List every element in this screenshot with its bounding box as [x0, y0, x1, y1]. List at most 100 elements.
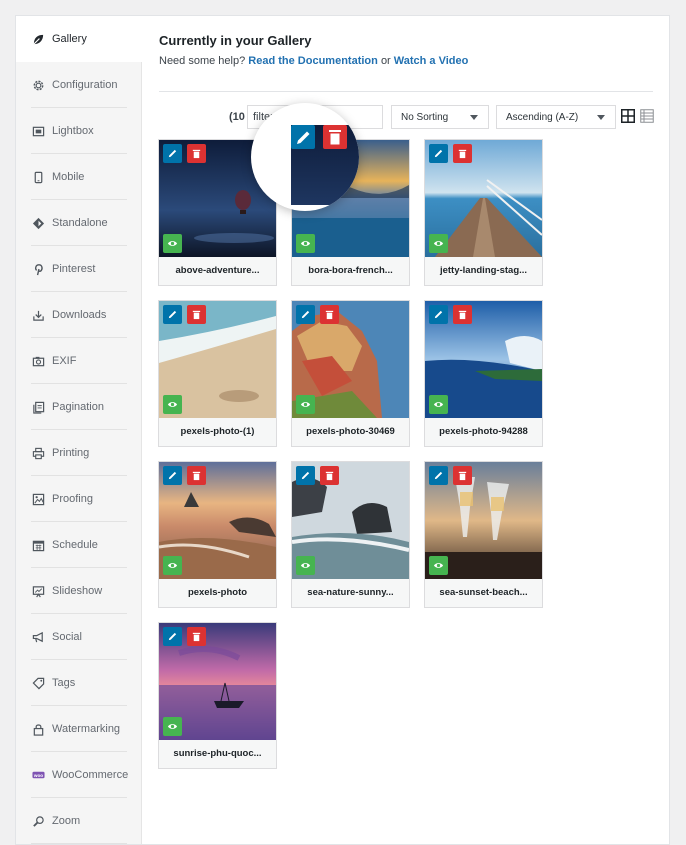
sidebar-item-exif[interactable]: EXIF	[16, 338, 142, 384]
sidebar-item-lightbox[interactable]: Lightbox	[16, 108, 142, 154]
visibility-toggle[interactable]	[296, 556, 315, 575]
delete-button[interactable]	[453, 466, 472, 485]
pencil-icon	[168, 632, 177, 641]
trash-icon	[325, 310, 334, 320]
help-text: Need some help? Read the Documentation o…	[159, 55, 469, 67]
sidebar-item-gallery[interactable]: Gallery	[16, 16, 143, 62]
gallery-image-card[interactable]: pexels-photo-30469	[291, 300, 410, 447]
visibility-toggle[interactable]	[429, 395, 448, 414]
visibility-toggle[interactable]	[296, 395, 315, 414]
trash-icon	[458, 149, 467, 159]
image-name: pexels-photo-30469	[306, 426, 395, 437]
visibility-toggle[interactable]	[163, 395, 182, 414]
camera-icon	[31, 354, 45, 368]
visibility-toggle[interactable]	[296, 234, 315, 253]
edit-button[interactable]	[296, 305, 315, 324]
eye-icon	[167, 563, 178, 568]
visibility-toggle[interactable]	[163, 234, 182, 253]
delete-button[interactable]	[187, 627, 206, 646]
delete-button[interactable]	[453, 305, 472, 324]
proofing-icon	[31, 492, 45, 506]
sidebar-item-printing[interactable]: Printing	[16, 430, 142, 476]
edit-button[interactable]	[296, 466, 315, 485]
sidebar-item-downloads[interactable]: Downloads	[16, 292, 142, 338]
sidebar-item-slideshow[interactable]: Slideshow	[16, 568, 142, 614]
sidebar-item-label: WooCommerce	[52, 769, 129, 781]
zoom-icon	[31, 814, 45, 828]
sidebar-item-woocommerce[interactable]: woo WooCommerce	[16, 752, 142, 798]
visibility-toggle[interactable]	[429, 556, 448, 575]
edit-button[interactable]	[429, 466, 448, 485]
sidebar-item-label: Pinterest	[52, 263, 96, 275]
pencil-icon	[168, 149, 177, 158]
edit-button[interactable]	[163, 627, 182, 646]
chevron-down-icon	[470, 115, 478, 120]
image-name: above-adventure...	[175, 265, 260, 276]
pinterest-icon	[31, 262, 45, 276]
sort-by-select[interactable]: No Sorting	[391, 105, 489, 129]
image-name: jetty-landing-stag...	[439, 265, 528, 276]
standalone-icon	[31, 216, 45, 230]
pagination-icon	[31, 400, 45, 414]
edit-button[interactable]	[163, 305, 182, 324]
documentation-link[interactable]: Read the Documentation	[248, 55, 378, 67]
delete-button[interactable]	[320, 466, 339, 485]
gallery-image-card[interactable]: pexels-photo-(1)	[158, 300, 277, 447]
pencil-icon	[168, 471, 177, 480]
trash-icon	[192, 149, 201, 159]
sidebar-item-social[interactable]: Social	[16, 614, 142, 660]
sidebar-item-label: EXIF	[52, 355, 77, 367]
delete-button[interactable]	[187, 144, 206, 163]
visibility-toggle[interactable]	[429, 234, 448, 253]
edit-button[interactable]	[429, 144, 448, 163]
visibility-toggle[interactable]	[163, 556, 182, 575]
sidebar-item-label: Zoom	[52, 815, 81, 827]
gallery-settings-panel: Gallery Configuration Lightbox Mobile St…	[15, 15, 670, 845]
grid-view-icon[interactable]	[621, 109, 635, 123]
edit-button[interactable]	[429, 305, 448, 324]
trash-icon	[192, 632, 201, 642]
gallery-image-card[interactable]: jetty-landing-stag...	[424, 139, 543, 286]
sidebar-item-label: Configuration	[52, 79, 118, 91]
sidebar-item-schedule[interactable]: Schedule	[16, 522, 142, 568]
gallery-image-card[interactable]: pexels-photo	[158, 461, 277, 608]
delete-button[interactable]	[320, 305, 339, 324]
sidebar-item-label: Social	[52, 631, 82, 643]
calendar-icon	[31, 538, 45, 552]
delete-button[interactable]	[453, 144, 472, 163]
image-name: bora-bora-french...	[308, 265, 393, 276]
edit-button[interactable]	[163, 144, 182, 163]
delete-button[interactable]	[187, 466, 206, 485]
leaf-icon	[31, 32, 45, 46]
eye-icon	[167, 724, 178, 729]
sidebar-item-label: Standalone	[52, 217, 108, 229]
lock-icon	[31, 722, 45, 736]
sidebar-item-pinterest[interactable]: Pinterest	[16, 246, 142, 292]
pencil-icon	[434, 310, 443, 319]
sidebar-item-mobile[interactable]: Mobile	[16, 154, 142, 200]
sidebar-item-tags[interactable]: Tags	[16, 660, 142, 706]
sidebar-item-zoom[interactable]: Zoom	[16, 798, 142, 844]
sidebar-item-configuration[interactable]: Configuration	[16, 62, 142, 108]
divider	[159, 91, 653, 92]
edit-button[interactable]	[163, 466, 182, 485]
trash-icon	[192, 471, 201, 481]
gallery-image-card[interactable]: sea-sunset-beach...	[424, 461, 543, 608]
sidebar-item-watermarking[interactable]: Watermarking	[16, 706, 142, 752]
sidebar-item-standalone[interactable]: Standalone	[16, 200, 142, 246]
image-name: pexels-photo-94288	[439, 426, 528, 437]
sidebar-item-proofing[interactable]: Proofing	[16, 476, 142, 522]
list-view-icon[interactable]	[640, 109, 654, 123]
gallery-image-card[interactable]: sea-nature-sunny...	[291, 461, 410, 608]
download-icon	[31, 308, 45, 322]
page-title: Currently in your Gallery	[159, 33, 312, 48]
eye-icon	[300, 241, 311, 246]
sidebar-item-pagination[interactable]: Pagination	[16, 384, 142, 430]
visibility-toggle[interactable]	[163, 717, 182, 736]
gallery-image-card[interactable]: pexels-photo-94288	[424, 300, 543, 447]
tag-icon	[31, 676, 45, 690]
video-link[interactable]: Watch a Video	[394, 55, 469, 67]
delete-button[interactable]	[187, 305, 206, 324]
gallery-image-card[interactable]: sunrise-phu-quoc...	[158, 622, 277, 769]
sort-order-select[interactable]: Ascending (A-Z)	[496, 105, 616, 129]
